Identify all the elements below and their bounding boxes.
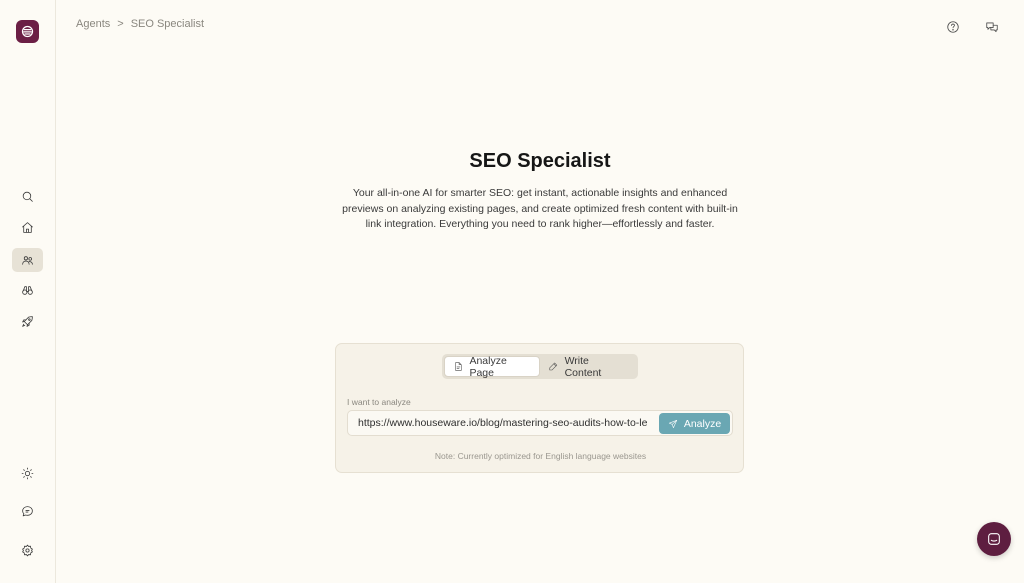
page-description: Your all-in-one AI for smarter SEO: get … xyxy=(342,187,738,230)
logo-icon xyxy=(21,25,34,38)
sidebar-explore[interactable] xyxy=(12,278,43,302)
page-title: SEO Specialist xyxy=(469,150,611,172)
theme-toggle[interactable] xyxy=(12,461,43,485)
analyzer-card: Analyze Page Write Content I want to ana… xyxy=(335,343,744,473)
support-chat-button[interactable] xyxy=(977,522,1011,556)
pen-icon xyxy=(549,362,558,371)
agents-icon xyxy=(22,255,33,265)
conversations-button[interactable] xyxy=(984,19,1000,35)
breadcrumb-separator: > xyxy=(117,18,124,30)
chat-bubble-icon xyxy=(988,533,1000,545)
url-input[interactable] xyxy=(348,411,656,435)
sidebar-search[interactable] xyxy=(12,184,43,208)
url-field-label: I want to analyze xyxy=(347,397,411,407)
sidebar-agents[interactable] xyxy=(12,248,43,272)
chat-icon xyxy=(22,505,33,516)
tab-write-content-label: Write Content xyxy=(564,354,602,379)
mode-tabs: Analyze Page Write Content xyxy=(442,354,638,379)
settings-icon xyxy=(22,544,33,556)
breadcrumb: Agents > SEO Specialist xyxy=(76,18,204,30)
analyze-button-label: Analyze xyxy=(683,417,722,430)
help-icon xyxy=(947,21,959,33)
language-note: Note: Currently optimized for English la… xyxy=(434,451,647,461)
url-input-row: Analyze xyxy=(347,410,733,436)
sidebar-settings[interactable] xyxy=(12,538,43,562)
binoculars-icon xyxy=(22,285,33,295)
breadcrumb-agents[interactable]: Agents xyxy=(76,18,110,30)
tab-analyze-page[interactable]: Analyze Page xyxy=(444,354,540,379)
conversations-icon xyxy=(986,22,998,33)
tab-analyze-page-label: Analyze Page xyxy=(469,354,507,379)
sidebar xyxy=(0,0,56,583)
help-button[interactable] xyxy=(945,19,961,35)
analyze-button[interactable]: Analyze xyxy=(659,413,730,434)
sidebar-home[interactable] xyxy=(12,215,43,239)
sidebar-feedback[interactable] xyxy=(12,499,43,523)
sidebar-launch[interactable] xyxy=(12,309,43,333)
search-icon xyxy=(22,191,33,202)
document-icon xyxy=(455,362,462,371)
home-icon xyxy=(22,221,33,233)
sun-icon xyxy=(21,467,34,479)
breadcrumb-current: SEO Specialist xyxy=(130,18,205,30)
tab-write-content[interactable]: Write Content xyxy=(540,354,634,379)
app-logo[interactable] xyxy=(16,20,39,43)
rocket-icon xyxy=(22,315,33,327)
send-icon xyxy=(668,419,677,428)
